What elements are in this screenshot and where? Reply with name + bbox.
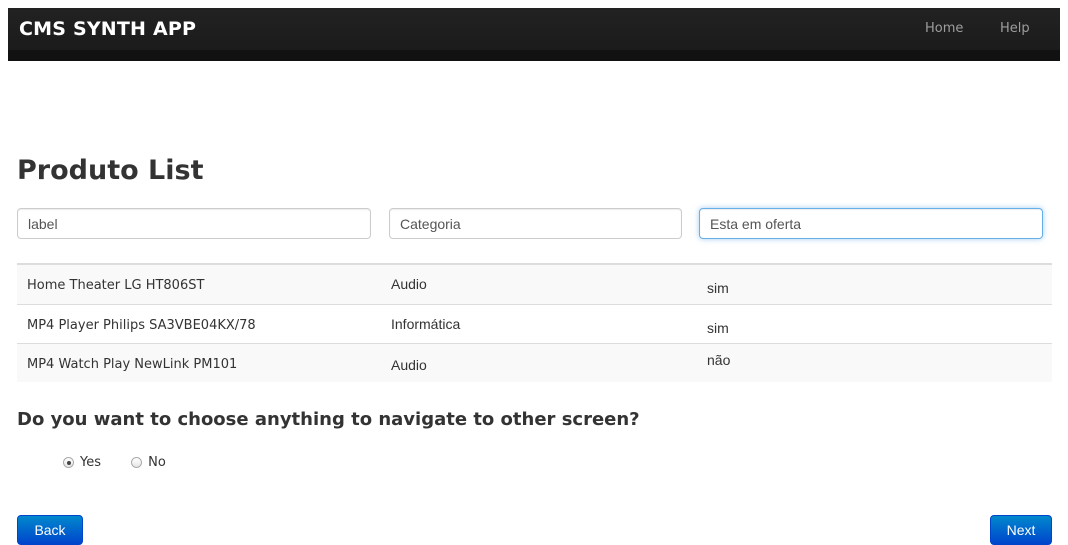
top-navbar: CMS SYNTH APP Home Help bbox=[8, 8, 1060, 61]
produto-label-cell: MP4 Watch Play NewLink PM101 bbox=[27, 357, 238, 372]
back-button[interactable]: Back bbox=[17, 515, 83, 545]
radio-no-label: No bbox=[148, 455, 166, 470]
radio-yes-button[interactable] bbox=[63, 457, 74, 468]
app-brand[interactable]: CMS SYNTH APP bbox=[19, 18, 196, 40]
table-row[interactable]: MP4 Watch Play NewLink PM101 Audio não bbox=[17, 343, 1052, 382]
produto-label-cell: MP4 Player Philips SA3VBE04KX/78 bbox=[27, 318, 256, 333]
radio-option-no[interactable]: No bbox=[131, 455, 166, 470]
label-filter-input[interactable] bbox=[17, 208, 371, 239]
page-title: Produto List bbox=[17, 155, 204, 186]
next-button[interactable]: Next bbox=[990, 515, 1052, 545]
produto-label-cell: Home Theater LG HT806ST bbox=[27, 278, 205, 293]
navigation-question: Do you want to choose anything to naviga… bbox=[17, 409, 640, 430]
produto-oferta-cell: sim bbox=[707, 280, 729, 296]
radio-yes-label: Yes bbox=[80, 455, 101, 470]
radio-option-yes[interactable]: Yes bbox=[63, 455, 101, 470]
categoria-filter-input[interactable] bbox=[389, 208, 682, 239]
nav-link-home[interactable]: Home bbox=[925, 21, 963, 36]
table-row[interactable]: MP4 Player Philips SA3VBE04KX/78 Informá… bbox=[17, 304, 1052, 343]
navigation-radio-group: Yes No bbox=[63, 455, 192, 472]
produto-categoria-cell: Audio bbox=[391, 357, 427, 373]
produto-oferta-cell: sim bbox=[707, 320, 729, 336]
nav-link-help[interactable]: Help bbox=[1000, 21, 1030, 36]
oferta-filter-input[interactable] bbox=[699, 208, 1043, 239]
produto-categoria-cell: Audio bbox=[391, 276, 427, 292]
produto-oferta-cell: não bbox=[707, 352, 731, 368]
produto-categoria-cell: Informática bbox=[391, 316, 461, 332]
radio-no-button[interactable] bbox=[131, 457, 143, 468]
produto-table: Home Theater LG HT806ST Audio sim MP4 Pl… bbox=[17, 263, 1052, 382]
table-row[interactable]: Home Theater LG HT806ST Audio sim bbox=[17, 265, 1052, 304]
